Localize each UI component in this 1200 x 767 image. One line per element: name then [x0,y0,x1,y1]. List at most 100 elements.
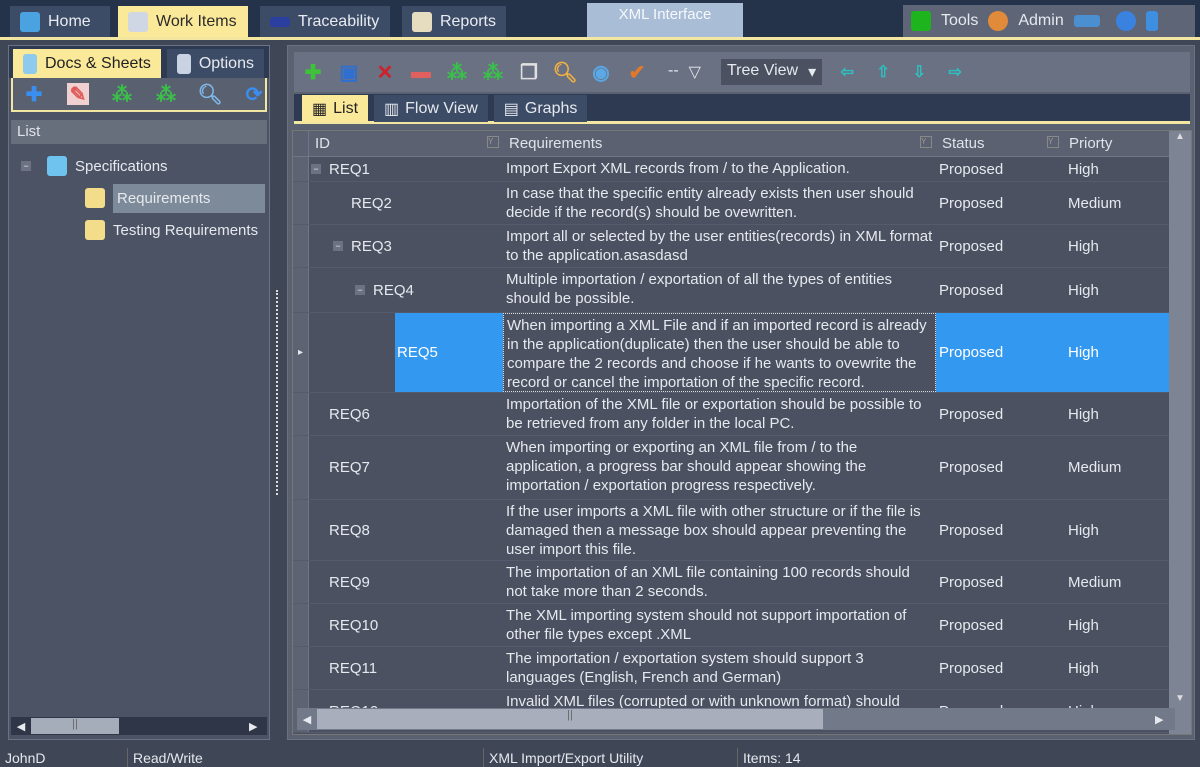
add-sibling-icon[interactable]: ⁂ [155,83,177,106]
row-header[interactable] [293,604,309,646]
row-requirement: When importing or exporting an XML file … [506,439,867,494]
exit-icon[interactable] [1145,11,1158,31]
status-items: Items: 14 [743,750,801,766]
row-header[interactable] [293,393,309,435]
filter-dropdown[interactable]: -- ▽ [662,59,707,85]
status-bar: JohnD Read/Write XML Import/Export Utili… [0,748,1200,767]
tools-button[interactable]: Tools [941,12,978,30]
row-status: Proposed [939,194,1004,212]
row-header[interactable] [293,157,309,181]
tab-docs-sheets[interactable]: Docs & Sheets [13,49,161,78]
table-row[interactable]: REQ2 In case that the specific entity al… [293,182,1191,225]
row-header[interactable] [293,436,309,499]
tab-reports[interactable]: Reports [402,6,506,37]
grid-header: ID Y Requirements Y Status Y Priorty [293,131,1191,157]
row-requirement: The importation / exportation system sho… [506,650,864,686]
collapse-icon[interactable]: − [355,285,365,295]
table-row[interactable]: − REQ1 Import Export XML records from / t… [293,157,1191,182]
search-icon[interactable]: 🔍︎ [197,83,222,106]
row-id: REQ7 [329,459,370,476]
row-requirement: When importing a XML File and if an impo… [503,313,936,392]
help-icon[interactable] [1115,11,1136,31]
row-header[interactable] [293,500,309,560]
row-requirement: In case that the specific entity already… [506,185,914,221]
view-dropdown[interactable]: Tree View ▾ [720,59,823,85]
history-icon[interactable]: ◉ [590,61,612,84]
row-status: Proposed [939,237,1004,255]
panel-splitter[interactable] [276,290,281,495]
row-requirement: If the user imports a XML file with othe… [506,503,921,558]
row-header[interactable] [293,268,309,312]
main-toolbar: ✚ ▣ ✕ ▬ ⁂ ⁂ ❐ 🔍︎ ◉ ✔ -- ▽ Tree View ▾ ⇦ ⇧ … [294,52,1190,92]
xml-interface-tab[interactable]: XML Interface [587,3,743,37]
row-header[interactable]: ▸ [293,313,309,392]
row-header[interactable] [293,561,309,603]
delete-icon[interactable]: ✕ [374,61,396,84]
table-row[interactable]: REQ7 When importing or exporting an XML … [293,436,1191,500]
table-row[interactable]: REQ10 The XML importing system should no… [293,604,1191,647]
move-up-icon[interactable]: ⇧ [872,61,894,83]
column-requirements[interactable]: Requirements Y [503,131,936,156]
tab-work-items[interactable]: Work Items [118,6,248,37]
admin-button[interactable]: Admin [1018,12,1063,30]
table-row[interactable]: REQ11 The importation / exportation syst… [293,647,1191,690]
row-id: REQ10 [329,616,379,634]
list-settings-icon[interactable] [1073,15,1100,27]
tree-item-specifications[interactable]: − Specifications [9,150,269,182]
row-status: Proposed [939,616,1004,634]
tab-graphs[interactable]: ▤ Graphs [493,95,588,122]
row-id: REQ8 [329,521,370,539]
remove-icon[interactable]: ▬ [410,61,432,83]
row-id: REQ3 [351,237,392,255]
tab-home[interactable]: Home [10,6,110,37]
row-id: REQ11 [329,659,378,677]
edit-icon[interactable]: ✎ [67,83,89,106]
tab-flow-view[interactable]: ▥ Flow View [374,95,488,122]
search-icon[interactable]: 🔍︎ [552,61,577,84]
row-priority: High [1068,160,1099,178]
table-row[interactable]: REQ8 If the user imports a XML file with… [293,500,1191,561]
filter-icon[interactable]: Y [920,136,932,148]
add-icon[interactable]: ✚ [23,83,45,106]
folder-icon [47,156,67,176]
table-row[interactable]: ▸ REQ5 When importing a XML File and if … [293,313,1191,393]
column-priority[interactable]: Priorty [1063,131,1171,156]
row-header[interactable] [293,225,309,267]
refresh-icon[interactable]: ⟳ [243,83,265,106]
tab-list[interactable]: ▦ List [302,95,369,122]
column-status[interactable]: Status Y [936,131,1063,156]
grid-vertical-scrollbar[interactable]: ▲ ▼ [1169,131,1191,734]
collapse-icon[interactable]: − [333,241,343,251]
row-priority: High [1068,659,1099,677]
tab-traceability[interactable]: Traceability [260,6,390,37]
grid-horizontal-scrollbar[interactable]: ◀ || ▶ [297,708,1175,730]
move-right-icon[interactable]: ⇨ [944,61,966,83]
table-row[interactable]: − REQ3 Import all or selected by the user… [293,225,1191,268]
view-tabs: ▦ List ▥ Flow View ▤ Graphs [294,94,1190,124]
left-horizontal-scrollbar[interactable]: ◀ || ▶ [11,717,267,735]
table-row[interactable]: REQ9 The importation of an XML file cont… [293,561,1191,604]
spellcheck-icon[interactable]: ✔ [626,61,648,84]
collapse-icon[interactable]: − [311,164,321,174]
tab-options[interactable]: Options [166,49,264,78]
row-header[interactable] [293,647,309,689]
move-left-icon[interactable]: ⇦ [836,61,858,83]
table-row[interactable]: − REQ4 Multiple importation / exportation… [293,268,1191,313]
filter-icon[interactable]: Y [487,136,499,148]
table-row[interactable]: REQ6 Importation of the XML file or expo… [293,393,1191,436]
add-icon[interactable]: ✚ [302,61,324,84]
left-panel: Docs & Sheets Options ✚ ✎ ⁂ ⁂ 🔍︎ ⟳ List … [8,45,270,740]
row-priority: High [1068,405,1099,423]
add-child-icon[interactable]: ⁂ [446,61,468,84]
filter-icon[interactable]: Y [1047,136,1059,148]
move-down-icon[interactable]: ⇩ [908,61,930,83]
add-sibling-icon[interactable]: ⁂ [482,61,504,84]
add-child-icon[interactable]: ⁂ [111,83,133,106]
tree-item-testing-requirements[interactable]: Testing Requirements [79,214,269,246]
column-id[interactable]: ID Y [309,131,503,156]
copy-icon[interactable]: ❐ [518,61,540,84]
tree-item-requirements[interactable]: Requirements [79,182,269,214]
save-icon[interactable]: ▣ [338,61,360,84]
row-header[interactable] [293,182,309,224]
collapse-icon[interactable]: − [21,161,31,171]
